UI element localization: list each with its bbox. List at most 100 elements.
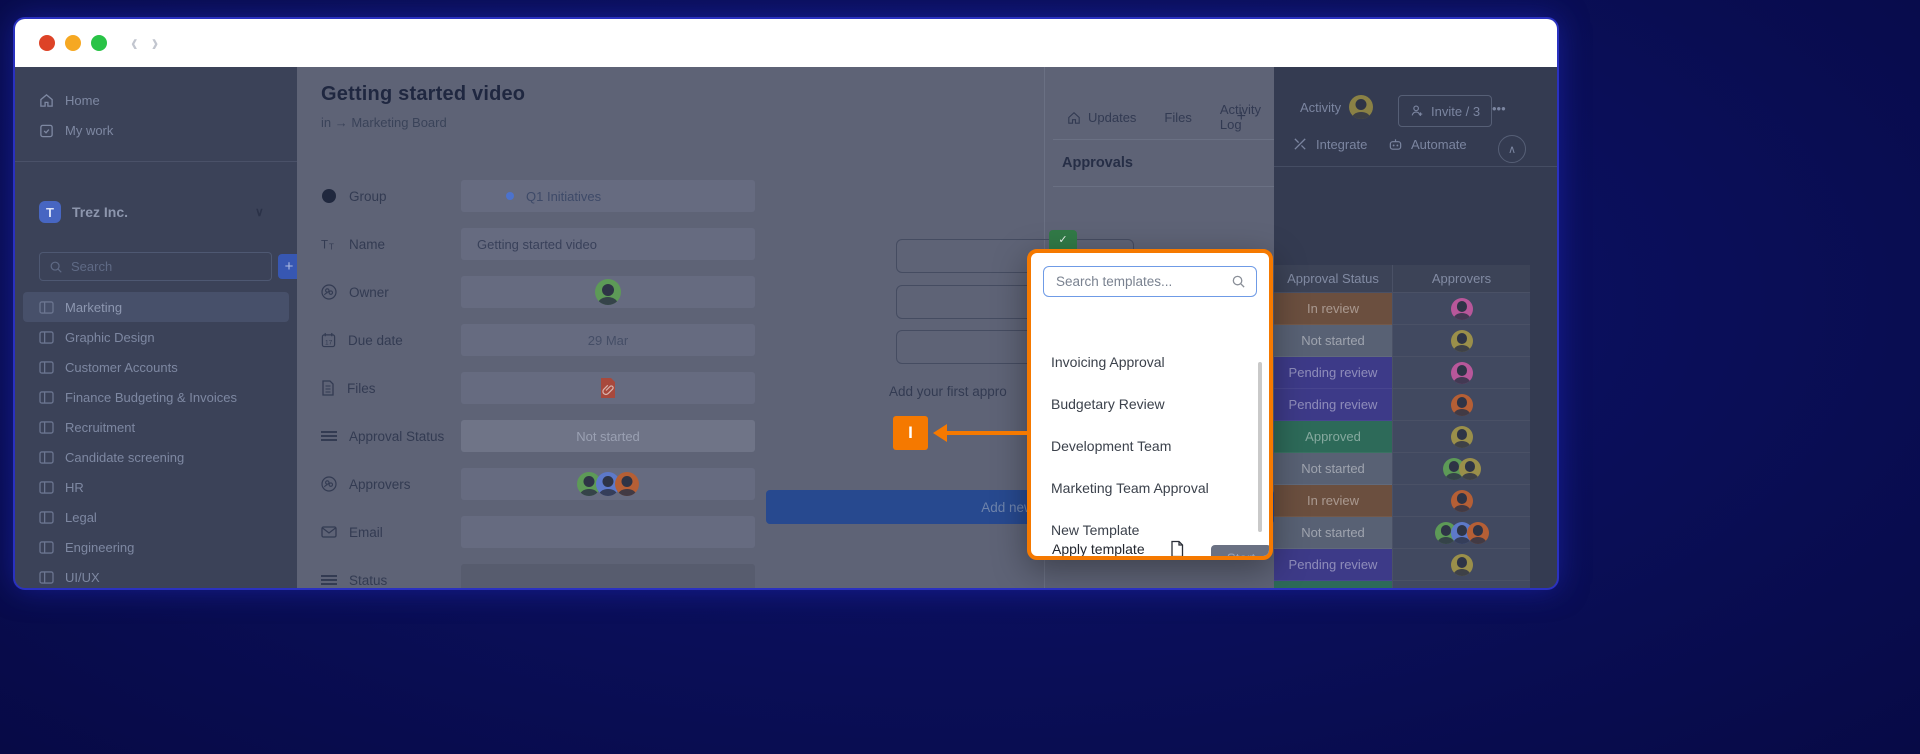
sidebar-item-my-work[interactable]: My work — [15, 115, 297, 145]
owner-icon — [321, 284, 337, 300]
sidebar-item-hr[interactable]: HR — [15, 472, 297, 502]
template-option-marketing-team-approval[interactable]: Marketing Team Approval — [1031, 467, 1269, 509]
approvers-cell[interactable] — [1392, 517, 1530, 549]
sidebar-item-ui-ux[interactable]: UI/UX — [15, 562, 297, 588]
sidebar-item-recruitment[interactable]: Recruitment — [15, 412, 297, 442]
avatar-olive — [1451, 426, 1473, 448]
automate-button[interactable]: Automate — [1388, 137, 1467, 152]
field-value[interactable]: Getting started video — [461, 228, 755, 260]
approvers-cell[interactable] — [1392, 325, 1530, 357]
sidebar-item-finance-budgeting-invoices[interactable]: Finance Budgeting & Invoices — [15, 382, 297, 412]
status-cell[interactable]: Not started — [1274, 325, 1392, 357]
attached-file-icon[interactable] — [599, 377, 617, 399]
svg-text:T: T — [329, 242, 334, 251]
avatar-orange — [1451, 490, 1473, 512]
group-color-dot — [506, 192, 514, 200]
status-cell[interactable]: Approved — [1274, 581, 1392, 588]
field-value[interactable]: Not started — [461, 420, 755, 452]
email-icon — [321, 526, 337, 538]
field-value[interactable] — [461, 276, 755, 308]
field-label: Email — [321, 525, 461, 540]
template-option-budgetary-review[interactable]: Budgetary Review — [1031, 383, 1269, 425]
sidebar-item-label: Finance Budgeting & Invoices — [65, 390, 237, 405]
tab-files[interactable]: Files — [1150, 95, 1205, 140]
more-options-icon[interactable]: ••• — [1492, 101, 1506, 116]
avatar-orange — [1451, 394, 1473, 416]
collapse-icon[interactable]: ∧ — [1498, 135, 1526, 163]
minimize-window-button[interactable] — [65, 35, 81, 51]
close-window-button[interactable] — [39, 35, 55, 51]
files-icon — [321, 380, 335, 396]
approvers-cell[interactable] — [1392, 485, 1530, 517]
field-row-approval-status: Approval StatusNot started — [321, 420, 755, 452]
back-icon[interactable]: ‹ — [131, 31, 138, 56]
sidebar-item-legal[interactable]: Legal — [15, 502, 297, 532]
approvers-cell[interactable] — [1392, 293, 1530, 325]
field-value[interactable]: Q1 Initiatives — [461, 180, 755, 212]
status-cell[interactable]: Not started — [1274, 517, 1392, 549]
window-titlebar: ‹ › — [15, 19, 1557, 67]
search-icon — [1231, 274, 1246, 289]
integrate-button[interactable]: Integrate — [1293, 137, 1367, 152]
status-cell[interactable]: In review — [1274, 293, 1392, 325]
sidebar-search-input[interactable]: Search — [39, 252, 272, 281]
field-row-group: GroupQ1 Initiatives — [321, 180, 755, 212]
template-option-development-team[interactable]: Development Team — [1031, 425, 1269, 467]
workspace-switcher[interactable]: T Trez Inc. ∨ — [15, 195, 297, 229]
maximize-window-button[interactable] — [91, 35, 107, 51]
field-value[interactable] — [461, 564, 755, 588]
sidebar-item-customer-accounts[interactable]: Customer Accounts — [15, 352, 297, 382]
board-divider — [1274, 166, 1557, 167]
start-button[interactable]: Start — [1211, 545, 1271, 560]
home-icon — [39, 93, 54, 108]
board-icon — [39, 421, 54, 434]
sidebar-item-engineering[interactable]: Engineering — [15, 532, 297, 562]
approvers-cell[interactable] — [1392, 549, 1530, 581]
status-cell[interactable]: In review — [1274, 485, 1392, 517]
invite-button[interactable]: Invite / 3 — [1398, 95, 1492, 127]
my-work-icon — [39, 123, 54, 138]
approvers-cell[interactable] — [1392, 389, 1530, 421]
field-label: Group — [321, 188, 461, 204]
automate-label: Automate — [1411, 137, 1467, 152]
field-value[interactable] — [461, 372, 755, 404]
breadcrumb[interactable]: in → Marketing Board — [321, 115, 447, 130]
approvers-cell[interactable] — [1392, 421, 1530, 453]
field-value[interactable]: 29 Mar — [461, 324, 755, 356]
board-icon — [39, 451, 54, 464]
board-icon — [39, 511, 54, 524]
template-search-input[interactable]: Search templates... — [1043, 266, 1257, 297]
status-cell[interactable]: Not started — [1274, 453, 1392, 485]
approvers-cell[interactable] — [1392, 581, 1530, 588]
field-value[interactable] — [461, 468, 755, 500]
house-icon — [1067, 111, 1081, 124]
field-value[interactable] — [461, 516, 755, 548]
status-cell[interactable]: Pending review — [1274, 549, 1392, 581]
forward-icon[interactable]: › — [152, 31, 159, 56]
column-header-approvers[interactable]: Approvers — [1392, 265, 1530, 293]
sidebar-item-candidate-screening[interactable]: Candidate screening — [15, 442, 297, 472]
board-icon — [39, 541, 54, 554]
group-circle-icon — [321, 188, 337, 204]
scrollbar[interactable] — [1258, 362, 1262, 532]
sidebar-divider — [15, 161, 297, 162]
approvers-cell[interactable] — [1392, 453, 1530, 485]
sidebar-item-marketing[interactable]: Marketing — [23, 292, 289, 322]
status-cell[interactable]: Pending review — [1274, 357, 1392, 389]
add-tab-icon[interactable]: + — [1237, 95, 1246, 140]
approvers-cell[interactable] — [1392, 357, 1530, 389]
tab-updates[interactable]: Updates — [1053, 95, 1150, 140]
sidebar-item-home[interactable]: Home — [15, 85, 297, 115]
status-cell[interactable]: Approved — [1274, 421, 1392, 453]
sidebar-item-label: Home — [65, 93, 100, 108]
template-option-invoicing-approval[interactable]: Invoicing Approval — [1031, 341, 1269, 383]
apply-template-button[interactable]: Apply template — [1052, 540, 1185, 558]
activity-button[interactable]: Activity — [1300, 95, 1373, 119]
rows-icon — [321, 574, 337, 586]
column-header-approval-status[interactable]: Approval Status — [1274, 265, 1392, 293]
avatar-pink — [1451, 362, 1473, 384]
field-row-name: TTNameGetting started video — [321, 228, 755, 260]
detail-tabs: UpdatesFilesActivity LogApprovals+ — [1053, 95, 1274, 140]
sidebar-item-graphic-design[interactable]: Graphic Design — [15, 322, 297, 352]
status-cell[interactable]: Pending review — [1274, 389, 1392, 421]
